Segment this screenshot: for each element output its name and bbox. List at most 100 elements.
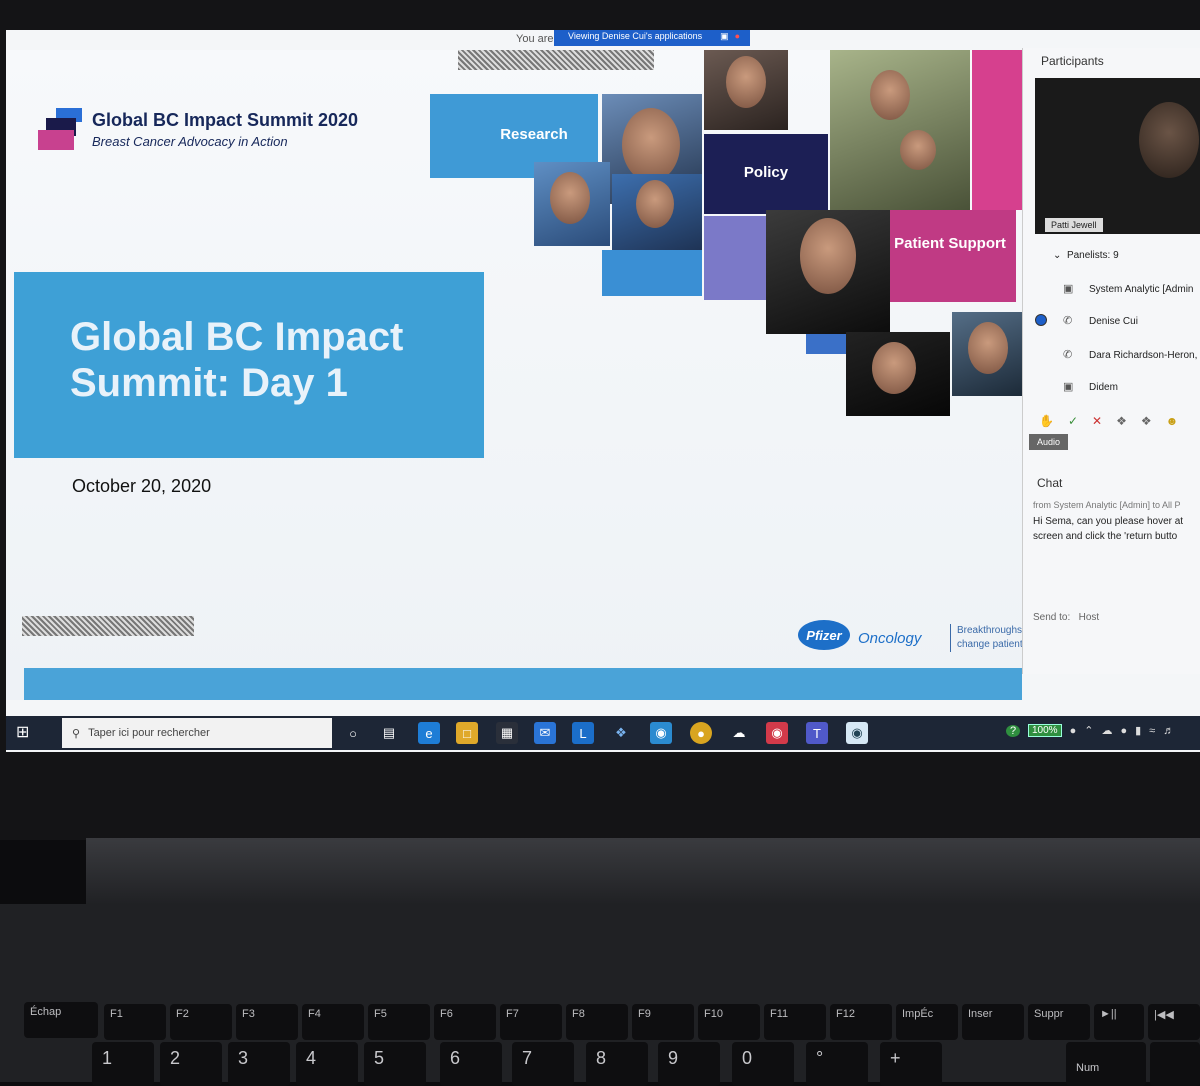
presentation-slide: Global BC Impact Summit 2020 Breast Canc… [6, 50, 1023, 700]
app-icon[interactable]: ☁ [728, 722, 750, 744]
key-f5[interactable]: F5 [368, 1004, 430, 1040]
key-print-screen[interactable]: ImpÉc [896, 1004, 958, 1040]
panelist-item[interactable]: Dara Richardson-Heron, [1089, 350, 1197, 361]
speaker-photo [612, 174, 702, 254]
dropbox-icon[interactable]: ❖ [610, 722, 632, 744]
speaker-photo [830, 50, 970, 210]
viewing-banner[interactable]: Viewing Denise Cui's applications ▣ ● [554, 30, 750, 46]
microphone-icon[interactable]: ● [1070, 725, 1077, 737]
key-0[interactable]: 0 [732, 1042, 794, 1086]
key-escape[interactable]: Échap [24, 1002, 98, 1038]
key-f4[interactable]: F4 [302, 1004, 364, 1040]
windows-start-icon[interactable]: ⊞ [16, 724, 34, 742]
taskbar-search[interactable]: ⚲ Taper ici pour rechercher [62, 718, 332, 748]
viewing-prefix: You are [516, 33, 554, 45]
app-icon[interactable]: ◉ [650, 722, 672, 744]
speaker-photo [846, 332, 950, 416]
teams-icon[interactable]: T [806, 722, 828, 744]
oncology-label: Oncology [858, 630, 922, 647]
video-feed[interactable] [1035, 78, 1200, 234]
search-placeholder: Taper ici pour rechercher [88, 727, 210, 739]
key-plus[interactable]: + [880, 1042, 942, 1086]
num-lock-label: Num [1076, 1062, 1100, 1074]
speaker-photo [952, 312, 1022, 396]
send-to-value[interactable]: Host [1079, 612, 1100, 623]
key-f8[interactable]: F8 [566, 1004, 628, 1040]
screen: You are Global BC Impact Summit 2020 Bre… [6, 30, 1200, 752]
key-9[interactable]: 9 [658, 1042, 720, 1086]
key-f3[interactable]: F3 [236, 1004, 298, 1040]
send-to-selector[interactable]: Send to: Host [1033, 612, 1099, 623]
key-6[interactable]: 6 [440, 1042, 502, 1086]
logo-title: Global BC Impact Summit 2020 [92, 110, 359, 130]
viewing-banner-text: Viewing Denise Cui's applications [568, 31, 703, 41]
tile-patient-support: Patient Support [890, 210, 1016, 302]
key-8[interactable]: 8 [586, 1042, 648, 1086]
cross-icon[interactable]: ✕ [1092, 414, 1102, 428]
webex-icon[interactable]: ◉ [766, 722, 788, 744]
key-f10[interactable]: F10 [698, 1004, 760, 1040]
phone-icon: ✆ [1063, 349, 1073, 361]
logo-mark-icon [38, 108, 82, 152]
volume-icon[interactable]: ♬ [1163, 725, 1174, 737]
wifi-icon[interactable]: ≈ [1149, 725, 1155, 737]
chrome-icon[interactable]: ● [690, 722, 712, 744]
mail-icon[interactable]: ✉ [534, 722, 556, 744]
hatch-decoration [22, 616, 194, 636]
slow-down-icon[interactable]: ❖ [1116, 414, 1127, 428]
feedback-toolbar: ✋ ✓ ✕ ❖ ❖ ☻ [1031, 410, 1200, 432]
key-f1[interactable]: F1 [104, 1004, 166, 1040]
microphone-icon[interactable]: ● [1120, 725, 1127, 737]
speaker-photo [534, 162, 610, 246]
help-icon[interactable]: ? [1006, 724, 1020, 737]
key-2[interactable]: 2 [160, 1042, 222, 1086]
file-explorer-icon[interactable]: □ [456, 722, 478, 744]
slide-title-box: Global BC Impact Summit: Day 1 [14, 272, 484, 458]
panelist-item[interactable]: Didem [1089, 382, 1118, 393]
speed-up-icon[interactable]: ❖ [1141, 414, 1152, 428]
speaker-photo [766, 210, 890, 334]
cortana-icon[interactable]: ○ [342, 722, 364, 744]
key-f7[interactable]: F7 [500, 1004, 562, 1040]
slide-footer-bar [24, 668, 1022, 700]
record-dot-icon[interactable]: ● [735, 31, 740, 41]
key-f6[interactable]: F6 [434, 1004, 496, 1040]
key-num-lock[interactable]: Num [1066, 1042, 1146, 1086]
key-f11[interactable]: F11 [764, 1004, 826, 1040]
check-icon[interactable]: ✓ [1068, 414, 1078, 428]
key-1[interactable]: 1 [92, 1042, 154, 1086]
key-previous[interactable]: |◀◀ [1148, 1004, 1200, 1040]
edge-icon[interactable]: e [418, 722, 440, 744]
key-3[interactable]: 3 [228, 1042, 290, 1086]
panelists-label: Panelists: 9 [1066, 250, 1119, 261]
cloud-icon[interactable]: ☁ [1101, 724, 1112, 737]
task-view-icon[interactable]: ▤ [378, 722, 400, 744]
key-delete[interactable]: Suppr [1028, 1004, 1090, 1040]
video-name-label: Patti Jewell [1045, 218, 1103, 232]
chevron-up-icon[interactable]: ⌃ [1084, 724, 1093, 737]
key-f9[interactable]: F9 [632, 1004, 694, 1040]
key-insert[interactable]: Inser [962, 1004, 1024, 1040]
app-icon[interactable]: ◉ [846, 722, 868, 744]
key-5[interactable]: 5 [364, 1042, 426, 1086]
battery-icon[interactable]: ▮ [1135, 724, 1141, 737]
store-icon[interactable]: ▦ [496, 722, 518, 744]
panelist-item[interactable]: System Analytic [Admin [1089, 284, 1193, 295]
key-f2[interactable]: F2 [170, 1004, 232, 1040]
key-4[interactable]: 4 [296, 1042, 358, 1086]
battery-indicator[interactable]: 100% [1028, 724, 1062, 737]
key-7[interactable]: 7 [512, 1042, 574, 1086]
chat-message: Hi Sema, can you please hover at screen … [1033, 516, 1184, 542]
key-degree[interactable]: ° [806, 1042, 868, 1086]
panelists-toggle[interactable]: ⌄ Panelists: 9 [1053, 250, 1119, 261]
monitor-icon[interactable]: ▣ [720, 31, 729, 42]
emoji-icon[interactable]: ☻ [1166, 414, 1179, 428]
key-numpad[interactable] [1150, 1042, 1200, 1086]
key-f12[interactable]: F12 [830, 1004, 892, 1040]
panelist-item[interactable]: Denise Cui [1089, 316, 1138, 327]
tile-policy: Policy [704, 134, 828, 214]
raise-hand-icon[interactable]: ✋ [1039, 414, 1054, 428]
key-play-pause[interactable]: ►|| [1094, 1004, 1144, 1040]
lync-icon[interactable]: L [572, 722, 594, 744]
slide-title: Global BC Impact Summit: Day 1 [70, 315, 404, 405]
